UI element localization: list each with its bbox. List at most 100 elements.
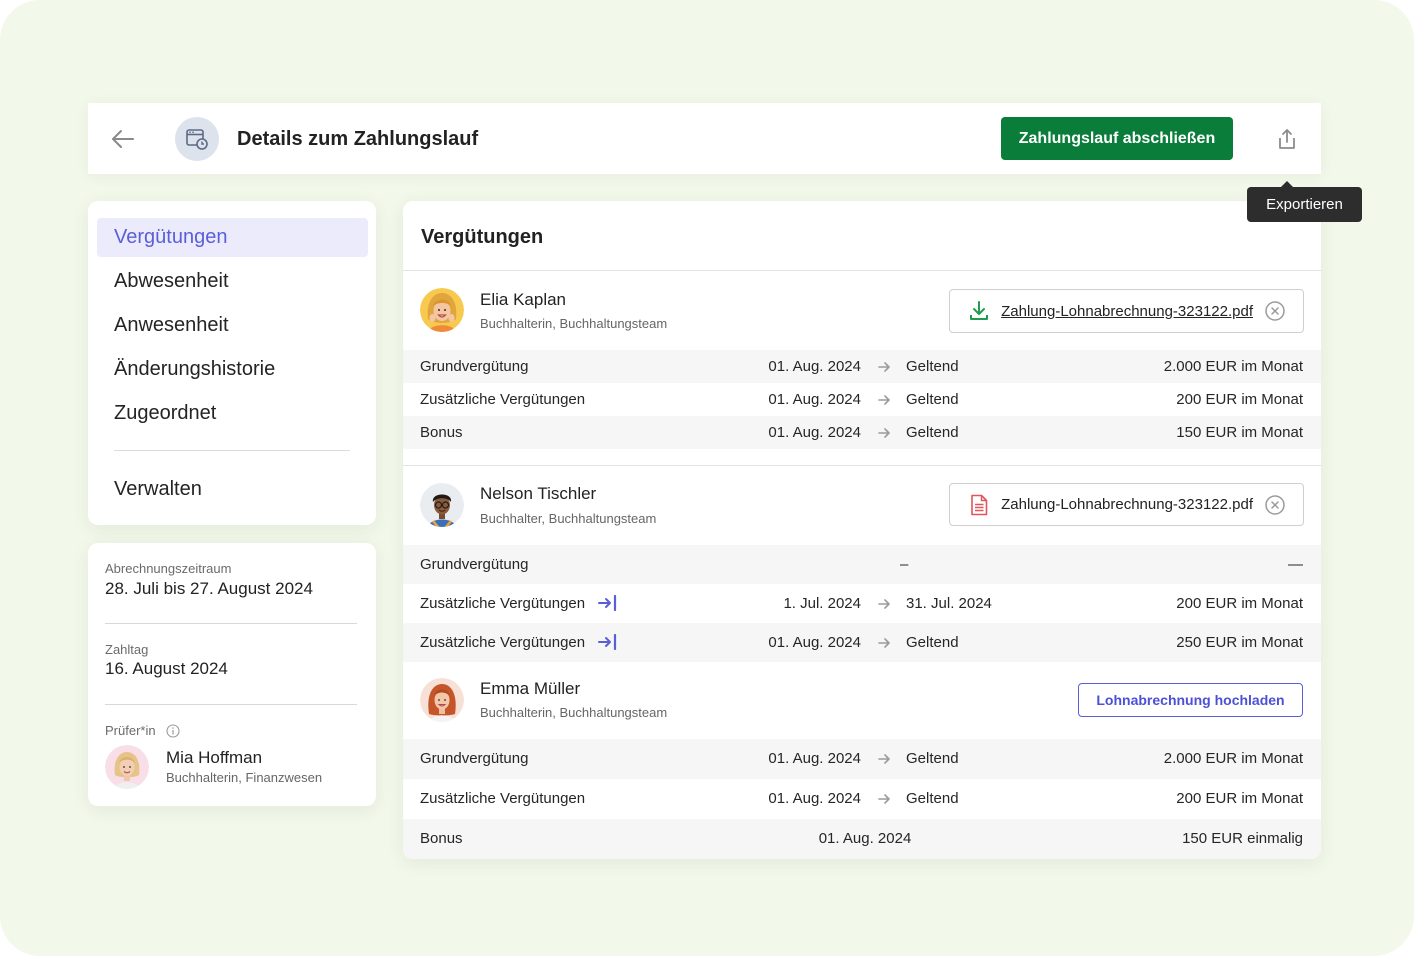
payday-label: Zahltag <box>105 642 149 657</box>
summary-divider <box>105 623 357 624</box>
download-icon[interactable] <box>969 300 989 322</box>
payslip-attachment: Zahlung-Lohnabrechnung-323122.pdf <box>949 483 1304 526</box>
arrow-right-icon <box>878 427 890 439</box>
employee-name: Nelson Tischler <box>480 484 597 503</box>
row-amount: 150 EUR im Monat <box>1176 424 1303 441</box>
sidebar-item-anwesenheit[interactable]: Anwesenheit <box>97 306 368 345</box>
table-row: Zusätzliche Vergütungen 01. Aug. 2024 Ge… <box>403 779 1321 819</box>
arrow-right-to-line-icon <box>598 595 617 612</box>
table-row: Grundvergütung 01. Aug. 2024 Geltend 2.0… <box>403 739 1321 779</box>
close-circle-icon[interactable] <box>1265 301 1285 321</box>
arrow-right-icon <box>878 637 890 649</box>
info-icon[interactable] <box>166 724 180 738</box>
employee-role: Buchhalterin, Buchhaltungsteam <box>480 316 668 331</box>
arrow-right-icon <box>878 598 890 610</box>
row-amount: 200 EUR im Monat <box>1176 391 1303 408</box>
panel-header: Vergütungen <box>403 201 1321 271</box>
compensation-panel: Vergütungen Elia Kaplan Buchhalterin, Bu… <box>403 201 1321 859</box>
sidebar-item-verguetungen[interactable]: Vergütungen <box>97 218 368 257</box>
row-amount: — <box>1288 556 1303 573</box>
upload-payslip-button[interactable]: Lohnabrechnung hochladen <box>1078 683 1303 717</box>
payday-value: 16. August 2024 <box>105 659 228 678</box>
payslip-file-link[interactable]: Zahlung-Lohnabrechnung-323122.pdf <box>1001 303 1253 320</box>
reviewer-role: Buchhalterin, Finanzwesen <box>166 770 323 785</box>
employee-name: Emma Müller <box>480 679 581 698</box>
row-label-group: Zusätzliche Vergütungen <box>420 623 618 662</box>
employee-role: Buchhalterin, Buchhaltungsteam <box>480 705 668 720</box>
employee-name: Elia Kaplan <box>480 290 567 309</box>
row-date: 01. Aug. 2024 <box>818 830 912 847</box>
reviewer-label: Prüfer*in <box>105 723 156 738</box>
row-start-date: 01. Aug. 2024 <box>768 790 861 807</box>
employee-section: Nelson Tischler Buchhalter, Buchhaltungs… <box>403 466 1321 662</box>
row-label-group: Zusätzliche Vergütungen <box>420 584 618 623</box>
page-title: Details zum Zahlungslauf <box>237 128 479 150</box>
sidebar-divider <box>114 450 350 451</box>
header-bar: Details zum Zahlungslauf Zahlungslauf ab… <box>88 103 1321 174</box>
row-label: Zusätzliche Vergütungen <box>420 634 586 651</box>
row-end-date: Geltend <box>906 424 959 441</box>
row-amount: 2.000 EUR im Monat <box>1163 358 1303 375</box>
row-start-date: 01. Aug. 2024 <box>768 391 861 408</box>
table-row: Zusätzliche Vergütungen 1. Jul. 2024 31.… <box>403 584 1321 623</box>
row-label: Grundvergütung <box>420 556 529 573</box>
arrow-right-to-line-icon <box>598 634 617 651</box>
share-upload-icon <box>1279 129 1295 149</box>
employee-header: Emma Müller Buchhalterin, Buchhaltungste… <box>403 662 1321 739</box>
export-tooltip: Exportieren <box>1247 181 1362 222</box>
row-amount: 250 EUR im Monat <box>1176 634 1303 651</box>
row-start-date: 01. Aug. 2024 <box>768 750 861 767</box>
sidebar-item-abwesenheit[interactable]: Abwesenheit <box>97 262 368 301</box>
finish-payment-run-button[interactable]: Zahlungslauf abschließen <box>1001 117 1233 160</box>
row-label: Bonus <box>420 424 463 441</box>
row-label: Bonus <box>420 830 463 847</box>
employee-section: Elia Kaplan Buchhalterin, Buchhaltungste… <box>403 271 1321 466</box>
sidebar-item-zugeordnet[interactable]: Zugeordnet <box>97 394 368 433</box>
row-start-date: 1. Jul. 2024 <box>783 595 861 612</box>
payment-run-summary: Abrechnungszeitraum 28. Juli bis 27. Aug… <box>88 543 376 806</box>
row-amount: 200 EUR im Monat <box>1176 790 1303 807</box>
row-label: Zusätzliche Vergütungen <box>420 790 586 807</box>
arrow-left-icon[interactable] <box>110 127 136 151</box>
row-end-date: – <box>900 556 909 573</box>
arrow-right-icon <box>878 793 890 805</box>
avatar <box>420 483 464 527</box>
table-row: Zusätzliche Vergütungen 01. Aug. 2024 Ge… <box>403 623 1321 662</box>
row-end-date: Geltend <box>906 358 959 375</box>
page-icon-badge <box>175 117 219 161</box>
payslip-file-name[interactable]: Zahlung-Lohnabrechnung-323122.pdf <box>1001 496 1253 513</box>
sidebar-item-verwalten[interactable]: Verwalten <box>97 470 368 509</box>
reviewer-name: Mia Hoffman <box>166 748 263 767</box>
tooltip-arrow <box>1281 181 1293 187</box>
table-row: Grundvergütung 01. Aug. 2024 Geltend 2.0… <box>403 350 1321 383</box>
payslip-attachment: Zahlung-Lohnabrechnung-323122.pdf <box>949 289 1304 333</box>
row-start-date: 01. Aug. 2024 <box>768 634 861 651</box>
arrow-right-icon <box>878 361 890 373</box>
employee-header: Elia Kaplan Buchhalterin, Buchhaltungste… <box>403 271 1321 350</box>
row-start-date: 01. Aug. 2024 <box>768 358 861 375</box>
avatar <box>420 678 464 722</box>
arrow-right-icon <box>878 394 890 406</box>
row-amount: 200 EUR im Monat <box>1176 595 1303 612</box>
row-end-date: Geltend <box>906 790 959 807</box>
sidebar-item-aenderungshistorie[interactable]: Änderungshistorie <box>97 350 368 389</box>
row-amount: 150 EUR einmalig <box>1182 830 1303 847</box>
row-label: Zusätzliche Vergütungen <box>420 391 586 408</box>
arrow-right-icon <box>878 753 890 765</box>
employee-header: Nelson Tischler Buchhalter, Buchhaltungs… <box>403 466 1321 545</box>
row-end-date: Geltend <box>906 750 959 767</box>
table-row: Zusätzliche Vergütungen 01. Aug. 2024 Ge… <box>403 383 1321 416</box>
table-row: Bonus 01. Aug. 2024 Geltend 150 EUR im M… <box>403 416 1321 449</box>
table-row: Grundvergütung – — <box>403 545 1321 584</box>
row-label: Zusätzliche Vergütungen <box>420 595 586 612</box>
row-end-date: 31. Jul. 2024 <box>906 595 992 612</box>
tooltip-text: Exportieren <box>1266 196 1343 213</box>
row-amount: 2.000 EUR im Monat <box>1163 750 1303 767</box>
avatar <box>105 745 149 789</box>
export-button[interactable] <box>1275 126 1299 152</box>
close-circle-icon[interactable] <box>1265 494 1285 515</box>
row-start-date: 01. Aug. 2024 <box>768 424 861 441</box>
calendar-clock-icon <box>186 129 208 150</box>
employee-section: Emma Müller Buchhalterin, Buchhaltungste… <box>403 662 1321 859</box>
summary-divider <box>105 704 357 705</box>
